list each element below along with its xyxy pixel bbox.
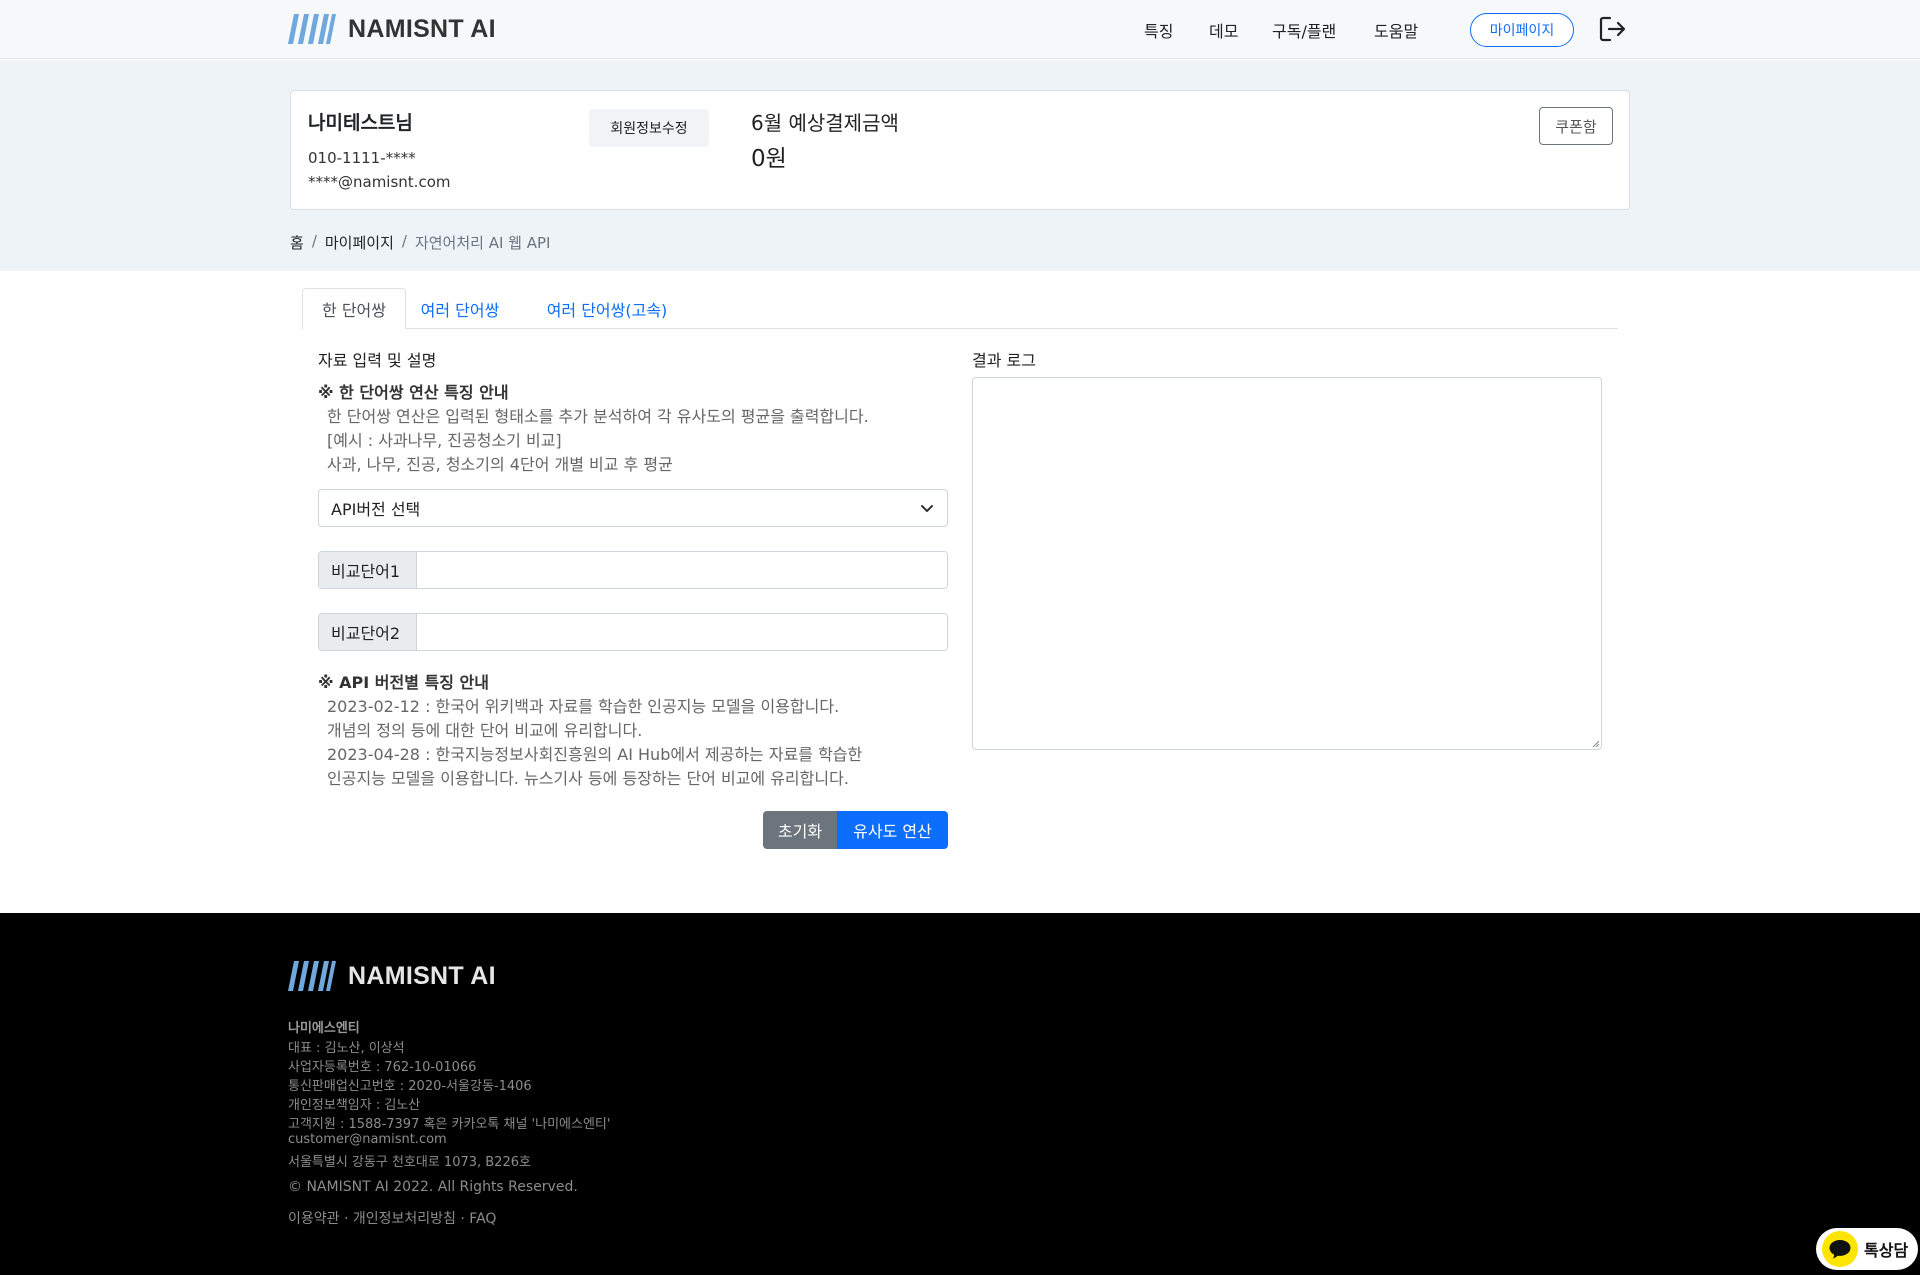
- api-version-select[interactable]: API버전 선택: [318, 489, 948, 527]
- resize-grip-icon[interactable]: [1590, 738, 1600, 748]
- coupon-button[interactable]: 쿠폰함: [1539, 107, 1613, 145]
- footer-info-line: 사업자등록번호 : 762-10-01066: [288, 1060, 477, 1075]
- word1-label: 비교단어1: [319, 552, 417, 588]
- footer-logo: NAMISNT AI: [288, 961, 496, 991]
- notice-line: [예시 : 사과나무, 진공청소기 비교]: [327, 431, 562, 450]
- tab-multi-pair[interactable]: 여러 단어쌍: [410, 288, 510, 329]
- kakao-chat-label: 톡상담: [1864, 1241, 1909, 1260]
- nav-help[interactable]: 도움말: [1374, 18, 1418, 42]
- footer-info-line: 대표 : 김노산, 이상석: [288, 1041, 405, 1056]
- notice-line: 인공지능 모델을 이용합니다. 뉴스기사 등에 등장하는 단어 비교에 유리합니…: [327, 769, 849, 788]
- logo-mark-icon: [288, 14, 336, 44]
- nav-features[interactable]: 특징: [1144, 18, 1173, 42]
- footer-info-line: 개인정보책임자 : 김노산: [288, 1098, 421, 1113]
- breadcrumb-separator: /: [311, 232, 317, 250]
- footer-info-line: 고객지원 : 1588-7397 혹은 카카오톡 채널 '나미에스엔티': [288, 1117, 611, 1132]
- word2-group: 비교단어2: [318, 613, 948, 651]
- footer-brand-name: NAMISNT AI: [348, 961, 496, 990]
- edit-profile-button[interactable]: 회원정보수정: [589, 109, 709, 147]
- payment-amount: 0원: [751, 146, 787, 172]
- footer-link-separator: ·: [460, 1211, 465, 1227]
- user-phone: 010-1111-****: [308, 149, 416, 167]
- version-notice-title: ※ API 버전별 특징 안내: [318, 673, 489, 692]
- footer-email: customer@namisnt.com: [288, 1132, 447, 1147]
- single-pair-notice-title: ※ 한 단어쌍 연산 특징 안내: [318, 383, 509, 402]
- nav-demo[interactable]: 데모: [1209, 18, 1238, 42]
- kakao-talk-icon: [1822, 1231, 1858, 1267]
- notice-line: 2023-04-28 : 한국지능정보사회진흥원의 AI Hub에서 제공하는 …: [327, 745, 863, 764]
- compute-similarity-button[interactable]: 유사도 연산: [837, 811, 948, 849]
- breadcrumb-mypage[interactable]: 마이페이지: [325, 232, 394, 253]
- word1-group: 비교단어1: [318, 551, 948, 589]
- breadcrumb: 홈 / 마이페이지 / 자연어처리 AI 웹 API: [290, 232, 550, 253]
- footer-links: 이용약관 · 개인정보처리방침 · FAQ: [288, 1208, 496, 1228]
- notice-line: 2023-02-12 : 한국어 위키백과 자료를 학습한 인공지능 모델을 이…: [327, 697, 840, 716]
- footer-link-terms[interactable]: 이용약관: [288, 1211, 340, 1227]
- mypage-button[interactable]: 마이페이지: [1470, 13, 1574, 47]
- notice-line: 사과, 나무, 진공, 청소기의 4단어 개별 비교 후 평균: [327, 455, 673, 474]
- result-log-title: 결과 로그: [972, 351, 1036, 370]
- result-log-textarea[interactable]: [972, 377, 1602, 750]
- footer-company-name: 나미에스엔티: [288, 1021, 360, 1036]
- tab-multi-pair-fast[interactable]: 여러 단어쌍(고속): [522, 288, 692, 329]
- api-tabs: 한 단어쌍 여러 단어쌍 여러 단어쌍(고속): [302, 288, 1618, 330]
- footer-link-separator: ·: [343, 1211, 349, 1227]
- profile-card: 나미테스트님 010-1111-**** ****@namisnt.com 회원…: [290, 90, 1630, 210]
- api-version-selected: API버전 선택: [331, 500, 421, 519]
- chevron-down-icon: [921, 505, 933, 512]
- brand-name: NAMISNT AI: [348, 14, 496, 43]
- logo-mark-icon: [288, 961, 336, 991]
- word2-label: 비교단어2: [319, 614, 417, 650]
- logout-icon[interactable]: [1598, 15, 1626, 43]
- breadcrumb-separator: /: [401, 232, 407, 250]
- input-section-title: 자료 입력 및 설명: [318, 351, 437, 370]
- footer-link-faq[interactable]: FAQ: [469, 1211, 496, 1227]
- word2-input[interactable]: [417, 614, 947, 650]
- top-navbar: NAMISNT AI 특징 데모 구독/플랜 도움말 마이페이지: [0, 0, 1920, 59]
- brand-logo[interactable]: NAMISNT AI: [288, 14, 496, 44]
- kakao-chat-button[interactable]: 톡상담: [1816, 1228, 1918, 1270]
- breadcrumb-home[interactable]: 홈: [290, 232, 304, 253]
- breadcrumb-current: 자연어처리 AI 웹 API: [414, 234, 551, 252]
- user-name: 나미테스트님: [308, 112, 413, 134]
- tab-single-pair[interactable]: 한 단어쌍: [302, 288, 406, 330]
- footer: NAMISNT AI 나미에스엔티 대표 : 김노산, 이상석 사업자등록번호 …: [0, 913, 1920, 1275]
- nav-plans[interactable]: 구독/플랜: [1272, 18, 1336, 42]
- payment-label: 6월 예상결제금액: [751, 111, 899, 135]
- word1-input[interactable]: [417, 552, 947, 588]
- reset-button[interactable]: 초기화: [763, 811, 837, 849]
- footer-info-line: 통신판매업신고번호 : 2020-서울강동-1406: [288, 1079, 532, 1094]
- footer-link-privacy[interactable]: 개인정보처리방침: [353, 1211, 456, 1227]
- notice-line: 한 단어쌍 연산은 입력된 형태소를 추가 분석하여 각 유사도의 평균을 출력…: [327, 407, 869, 426]
- user-email: ****@namisnt.com: [308, 173, 451, 191]
- footer-copyright: © NAMISNT AI 2022. All Rights Reserved.: [288, 1179, 578, 1195]
- footer-address: 서울특별시 강동구 천호대로 1073, B226호: [288, 1155, 531, 1170]
- notice-line: 개념의 정의 등에 대한 단어 비교에 유리합니다.: [327, 721, 643, 740]
